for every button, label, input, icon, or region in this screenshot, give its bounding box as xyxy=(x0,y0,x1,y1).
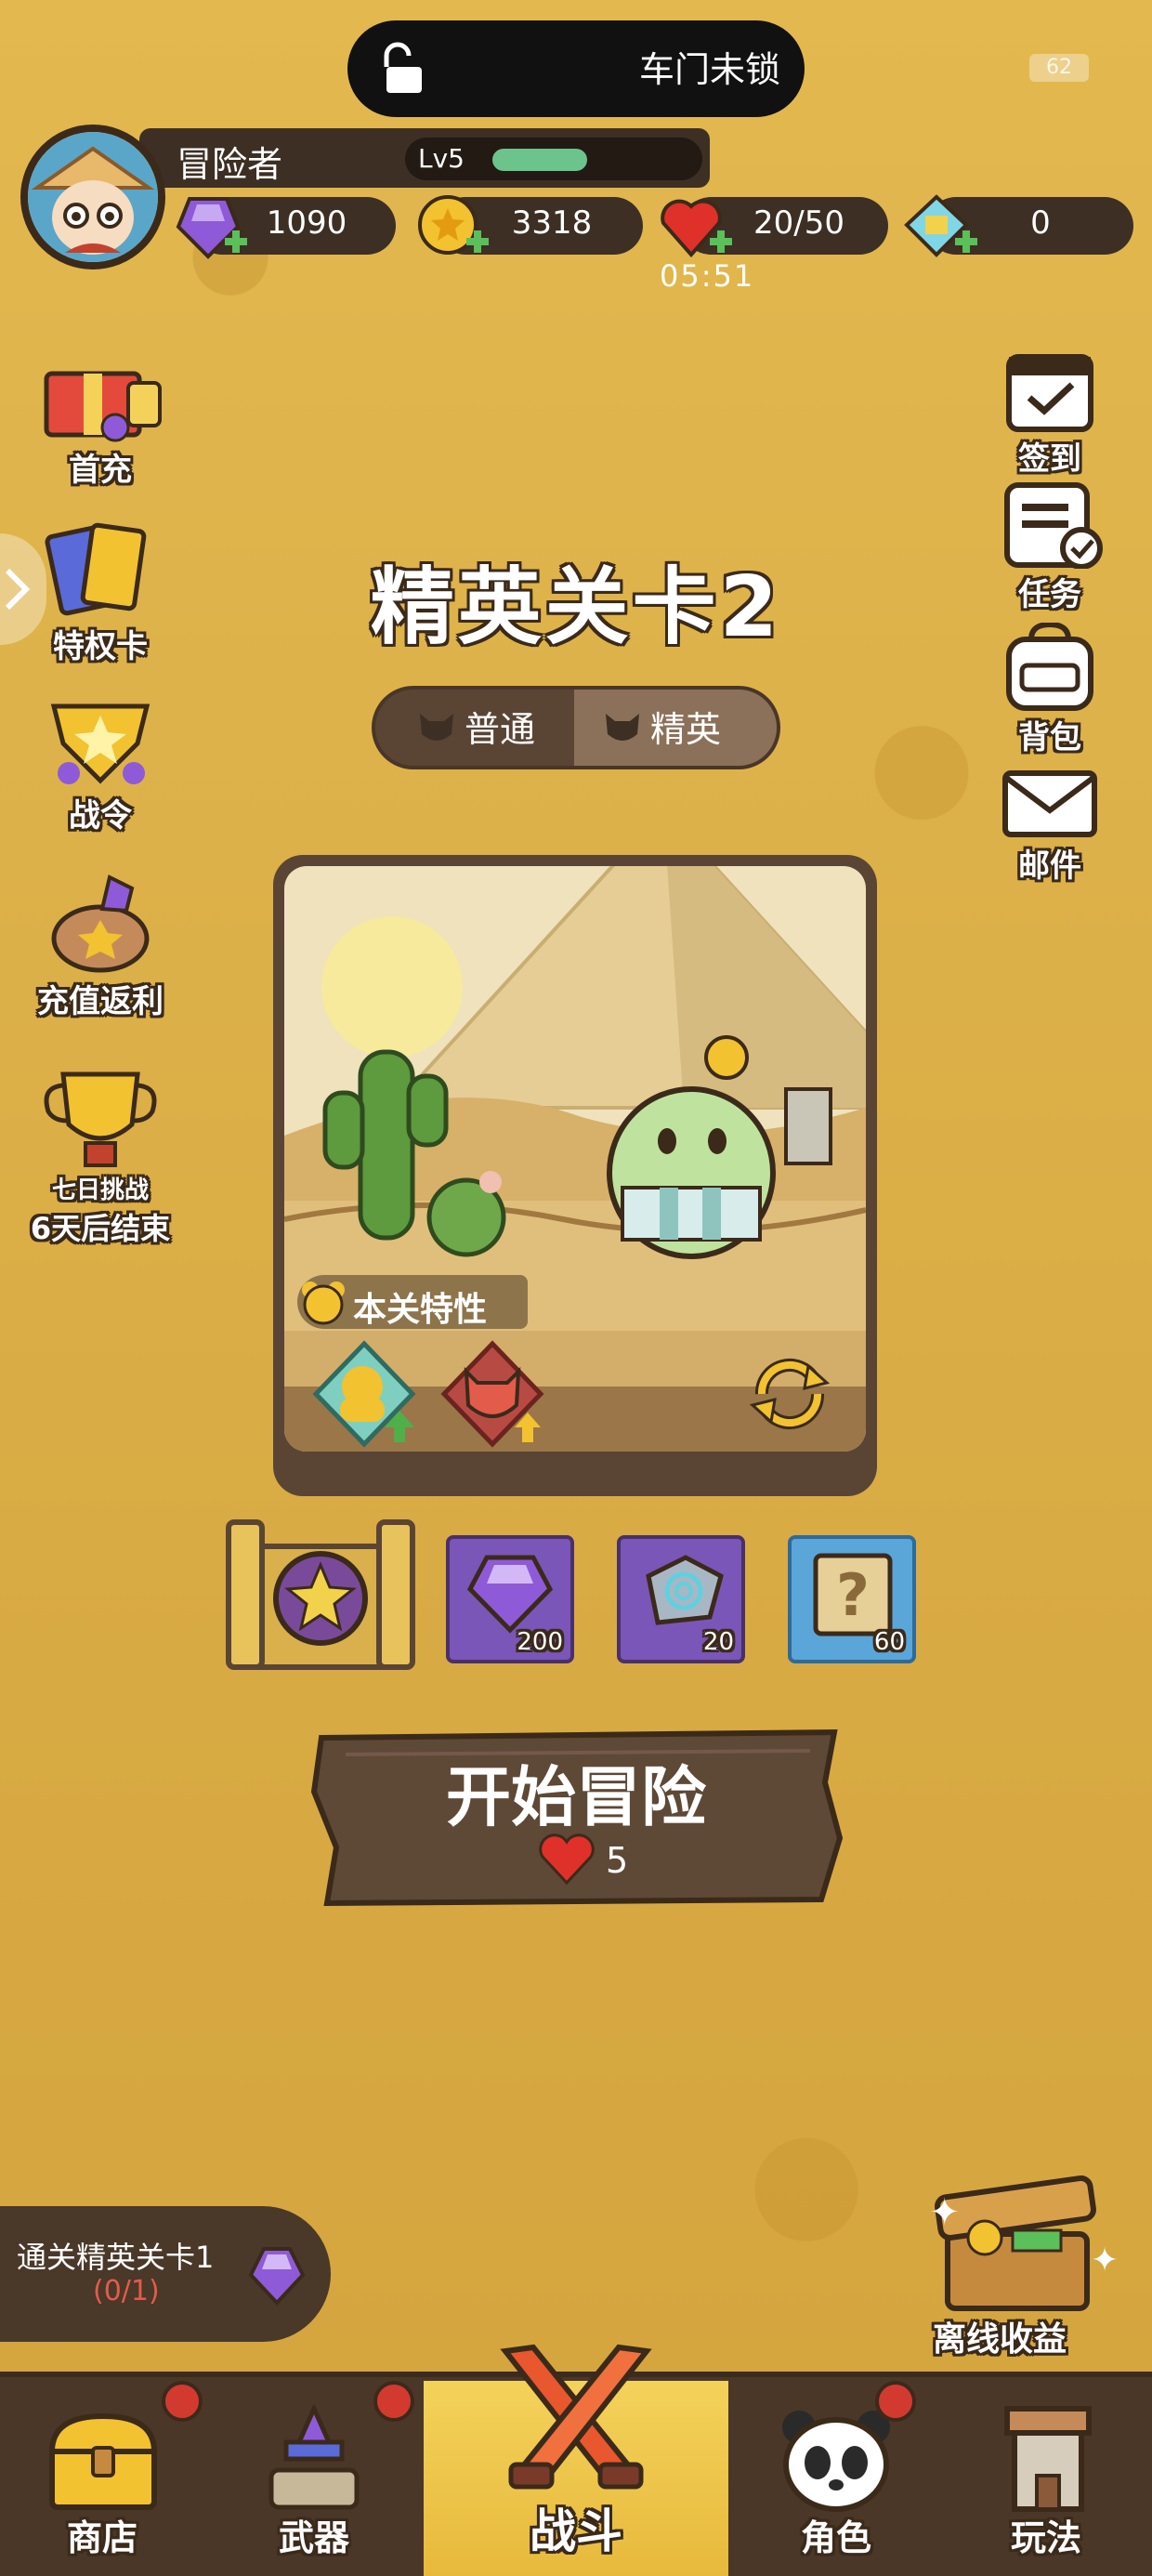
svg-text:✦: ✦ xyxy=(1091,2241,1119,2280)
offline-reward-label: 离线收益 xyxy=(933,2320,1067,2359)
offline-reward-chest-icon[interactable]: ✦ ✦ xyxy=(920,2169,1124,2318)
svg-text:✦: ✦ xyxy=(929,2191,961,2234)
star-chest-reward[interactable] xyxy=(221,1509,420,1680)
quest-progress: (0/1) xyxy=(93,2275,160,2307)
battle-pass-label: 战令 xyxy=(69,797,132,835)
elite-mode-tab[interactable]: 精英 xyxy=(595,695,762,756)
level-label: Lv5 xyxy=(418,143,465,174)
seven-day-challenge-label: 七日挑战 xyxy=(51,1176,149,1204)
treasure-chest-icon xyxy=(48,2412,158,2510)
character-notification-badge xyxy=(875,2381,916,2422)
nav-tab-weapons-label: 武器 xyxy=(278,2517,349,2558)
sign-in-button[interactable]: 签到 xyxy=(985,344,1115,479)
heart-icon xyxy=(661,199,732,258)
gem-icon xyxy=(176,197,247,259)
first-recharge-label: 首充 xyxy=(69,452,132,489)
ally-buff-icon[interactable] xyxy=(308,1338,420,1450)
nav-tab-shop-label: 商店 xyxy=(66,2517,137,2558)
castle-tower-icon xyxy=(1004,2406,1092,2512)
backpack-label: 背包 xyxy=(1018,719,1081,756)
battery-indicator: 62 xyxy=(1029,54,1089,82)
monster-head-icon xyxy=(606,714,639,741)
player-name: 冒险者 xyxy=(177,144,283,185)
weapons-notification-badge xyxy=(373,2381,414,2422)
stone-icon xyxy=(646,1555,724,1625)
recharge-rebate-button[interactable]: 充值返利 xyxy=(17,874,184,1021)
enemy-buff-icon[interactable] xyxy=(437,1338,548,1450)
nav-tab-gameplay[interactable]: 玩法 xyxy=(953,2388,1139,2574)
bear-head-icon xyxy=(302,1281,345,1325)
level-progress-fill xyxy=(492,149,587,171)
nav-tab-gameplay-label: 玩法 xyxy=(1010,2517,1081,2558)
sign-in-label: 签到 xyxy=(1018,440,1081,478)
refresh-icon[interactable] xyxy=(743,1347,836,1440)
reward-gem[interactable]: 200 xyxy=(446,1535,574,1663)
adventurer-avatar-icon xyxy=(28,132,158,262)
start-cost: 5 xyxy=(606,1840,629,1881)
monster-head-icon xyxy=(420,714,453,741)
coin-count: 3318 xyxy=(511,204,593,242)
gem-count: 1090 xyxy=(266,204,347,242)
ticket-icon xyxy=(904,194,977,257)
shop-notification-badge xyxy=(162,2381,203,2422)
first-recharge-button[interactable]: 首充 xyxy=(26,342,175,490)
avatar[interactable] xyxy=(20,125,165,269)
nav-tab-battle[interactable]: 战斗 xyxy=(442,2342,710,2574)
gem-icon xyxy=(248,2247,306,2306)
crossed-swords-icon xyxy=(500,2344,652,2490)
normal-mode-label: 普通 xyxy=(465,709,536,750)
svg-text:?: ? xyxy=(836,1561,870,1629)
nav-tab-battle-label: 战斗 xyxy=(530,2504,622,2558)
door-status-text: 车门未锁 xyxy=(638,49,780,90)
coin-icon xyxy=(418,195,489,255)
energy-timer: 05:51 xyxy=(660,258,755,294)
reward-stone-count: 20 xyxy=(702,1628,734,1656)
normal-mode-tab[interactable]: 普通 xyxy=(409,695,567,756)
trophy-icon xyxy=(44,1071,157,1167)
stage-trait-label: 本关特性 xyxy=(353,1291,488,1329)
seven-day-challenge-button[interactable]: 七日挑战 6天后结束 xyxy=(7,1059,193,1248)
recharge-rebate-label: 充值返利 xyxy=(37,983,164,1020)
battle-pass-button[interactable]: 战令 xyxy=(26,688,175,835)
energy-count: 20/50 xyxy=(753,204,844,242)
reward-gem-count: 200 xyxy=(517,1628,563,1656)
weapon-icon xyxy=(268,2405,360,2510)
mail-icon xyxy=(1002,770,1097,837)
start-adventure-label: 开始冒险 xyxy=(446,1759,706,1835)
panda-icon xyxy=(782,2411,890,2512)
reward-mystery-scroll-count: 60 xyxy=(873,1628,905,1656)
gift-box-icon xyxy=(44,371,162,442)
elite-mode-label: 精英 xyxy=(650,709,722,750)
unlock-icon xyxy=(384,42,422,93)
reward-stone[interactable]: 20 xyxy=(617,1535,745,1663)
heart-icon xyxy=(539,1833,595,1886)
seven-day-challenge-countdown: 6天后结束 xyxy=(30,1211,171,1246)
mystery-scroll-icon: ? xyxy=(813,1553,893,1636)
mail-label: 邮件 xyxy=(1018,848,1081,885)
calendar-icon xyxy=(1006,354,1093,432)
nav-tab-character-label: 角色 xyxy=(800,2517,871,2558)
reward-mystery-scroll[interactable]: ? 60 xyxy=(788,1535,916,1663)
ticket-count: 0 xyxy=(1030,204,1051,242)
stage-title: 精英关卡2 xyxy=(370,559,782,656)
quest-title: 通关精英关卡1 xyxy=(17,2240,215,2275)
gem-icon xyxy=(466,1555,554,1634)
battle-pass-icon xyxy=(50,703,151,784)
mail-button[interactable]: 邮件 xyxy=(985,766,1115,886)
rebate-icon xyxy=(51,874,150,973)
